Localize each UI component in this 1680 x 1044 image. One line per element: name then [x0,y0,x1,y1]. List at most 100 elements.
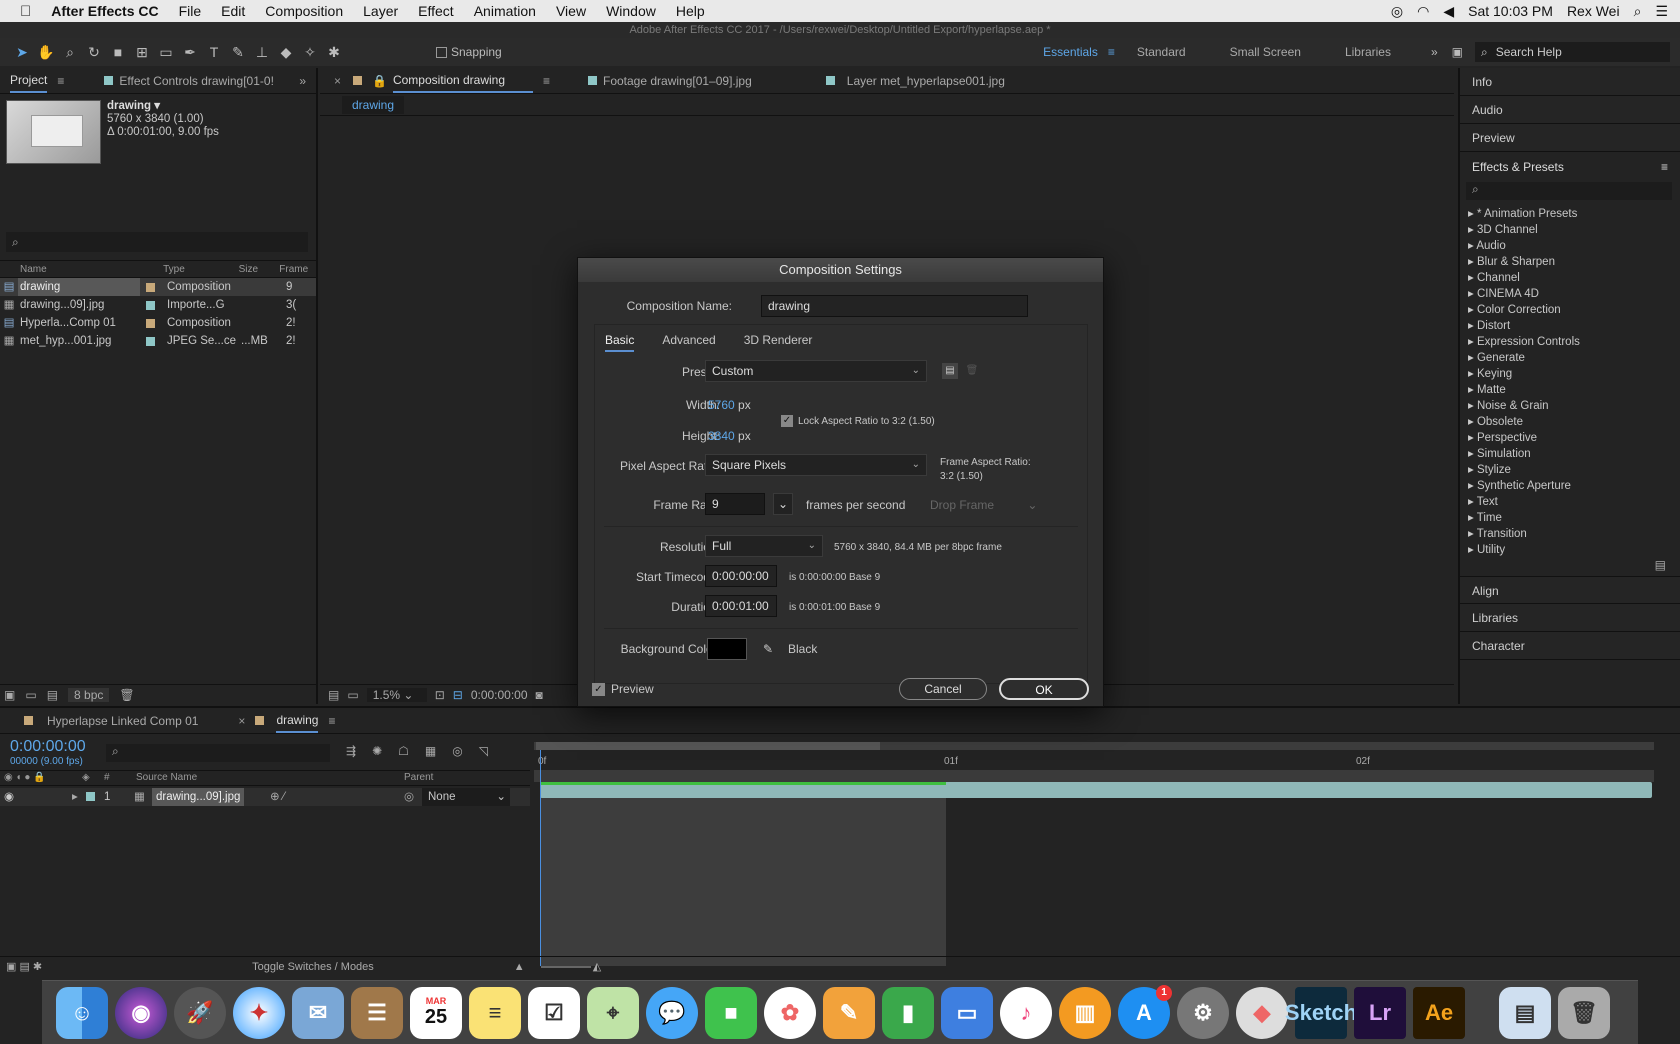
ibooks-icon[interactable]: ▥ [1059,986,1111,1039]
messages-icon[interactable]: 💬 [646,986,698,1039]
motion-blur-icon[interactable]: ◎ [452,744,462,758]
effect-category[interactable]: ▸ Obsolete [1460,414,1680,430]
draft-3d-icon[interactable]: ✺ [372,744,382,758]
bridge-icon[interactable]: Ae [1413,986,1465,1039]
effect-category[interactable]: ▸ Expression Controls [1460,334,1680,350]
itunes-icon[interactable]: ♪ [1000,986,1052,1039]
numbers-icon[interactable]: ▮ [882,986,934,1039]
workspace-standard[interactable]: Standard [1137,45,1186,59]
frame-rate-input[interactable]: 9 [705,493,765,515]
zoom-tool-icon[interactable]: ⌕ [58,41,82,63]
tab-footage[interactable]: Footage drawing[01–09].jpg [603,74,752,88]
roto-brush-tool-icon[interactable]: ✧ [298,41,322,63]
toggle-switches-modes[interactable]: Toggle Switches / Modes [252,961,374,973]
effect-category[interactable]: ▸ * Animation Presets [1460,206,1680,222]
effect-category[interactable]: ▸ Time [1460,510,1680,526]
layer-switches-icon[interactable]: ⊕ ⁄ [270,788,285,806]
effects-search-input[interactable]: ⌕ [1466,182,1672,200]
width-value[interactable]: 5760 [708,398,735,412]
pan-behind-tool-icon[interactable]: ⊞ [130,41,154,63]
frame-blend-icon[interactable]: ▦ [425,744,436,758]
list-item[interactable]: ▤ Hyperla...Comp 01 Composition 2! [0,314,316,332]
lightroom-icon[interactable]: Sketch [1285,986,1357,1039]
tab-drawing[interactable]: drawing [276,709,319,733]
effect-category[interactable]: ▸ Utility [1460,542,1680,558]
menu-window[interactable]: Window [606,3,656,19]
workspace-libraries[interactable]: Libraries [1345,45,1391,59]
panel-menu-icon[interactable]: ≡ [1661,152,1668,182]
effect-category[interactable]: ▸ Generate [1460,350,1680,366]
effect-category[interactable]: ▸ Simulation [1460,446,1680,462]
effect-category[interactable]: ▸ Synthetic Aperture [1460,478,1680,494]
effect-category[interactable]: ▸ Color Correction [1460,302,1680,318]
mail-icon[interactable]: ✉ [292,986,344,1039]
rotate-tool-icon[interactable]: ↻ [82,41,106,63]
siri-icon[interactable]: ◉ [115,986,167,1039]
zoom-out-icon[interactable]: ▲ [514,961,525,973]
eyedropper-icon[interactable]: ✎ [758,638,778,660]
hand-tool-icon[interactable]: ✋ [34,41,58,63]
tab-layer[interactable]: Layer met_hyperlapse001.jpg [847,74,1005,88]
parent-dropdown[interactable]: None ⌄ [422,788,510,806]
keynote-icon[interactable]: ▭ [941,986,993,1039]
workspace-small-screen[interactable]: Small Screen [1230,45,1301,59]
zoom-in-icon[interactable]: ◭ [593,960,601,973]
apple-icon[interactable]:  [20,3,31,20]
col-frame[interactable]: Frame [279,261,316,277]
breadcrumb[interactable]: drawing [342,95,405,114]
menu-effect[interactable]: Effect [418,3,454,19]
bit-depth-button[interactable]: 8 bpc [68,687,110,702]
frame-rate-dropdown[interactable]: ⌄ [773,493,793,515]
after-effects-icon[interactable]: Lr [1354,986,1406,1039]
effect-category[interactable]: ▸ Matte [1460,382,1680,398]
save-preset-icon[interactable]: ▤ [942,363,958,379]
fit-icon[interactable]: ⊡ [435,688,445,702]
finder-icon[interactable]: ☺ [56,986,108,1039]
lock-icon[interactable]: 🔒 [372,74,387,88]
clock[interactable]: Sat 10:03 PM [1468,3,1553,19]
effect-category[interactable]: ▸ Distort [1460,318,1680,334]
app-menu[interactable]: After Effects CC [51,3,158,19]
eraser-tool-icon[interactable]: ◆ [274,41,298,63]
col-size[interactable]: Size [235,261,280,277]
delete-icon[interactable]: 🗑 [119,688,134,702]
pixel-aspect-dropdown[interactable]: Square Pixels ⌄ [705,454,927,476]
duration-input[interactable]: 0:00:01:00 [705,595,777,617]
notes-icon[interactable]: ≡ [469,986,521,1039]
puppet-tool-icon[interactable]: ✱ [322,41,346,63]
work-area-range[interactable] [536,742,880,750]
launchpad-icon[interactable]: 🚀 [174,986,226,1039]
reminders-icon[interactable]: ☑ [528,986,580,1039]
effect-category[interactable]: ▸ Perspective [1460,430,1680,446]
panel-info[interactable]: Info [1460,68,1680,96]
effect-category[interactable]: ▸ Keying [1460,366,1680,382]
creative-cloud-icon[interactable]: ◎ [1391,3,1403,20]
ok-button[interactable]: OK [999,678,1089,700]
label-swatch[interactable] [86,792,95,801]
project-search-input[interactable]: ⌕ [6,232,308,252]
layer-name[interactable]: drawing...09].jpg [152,788,245,806]
clone-stamp-tool-icon[interactable]: ⊥ [250,41,274,63]
menu-composition[interactable]: Composition [265,3,343,19]
user-name[interactable]: Rex Wei [1567,3,1620,19]
calendar-icon[interactable]: MAR 25 [410,986,462,1039]
playhead[interactable] [540,750,541,966]
timeline-search-input[interactable]: ⌕ [106,744,330,762]
col-type[interactable]: Type [139,261,234,277]
graph-editor-icon[interactable]: ◹ [479,744,488,758]
workspace-essentials[interactable]: Essentials [1043,45,1098,59]
background-color-swatch[interactable] [707,638,747,660]
height-field[interactable]: 3840 px [708,429,751,443]
zoom-slider[interactable] [540,965,591,968]
panel-menu-icon[interactable]: ≡ [543,74,550,88]
close-icon[interactable]: × [238,714,245,728]
menu-view[interactable]: View [556,3,586,19]
panel-overflow-icon[interactable]: » [299,74,306,88]
trash-icon[interactable]: 🗑 [1558,986,1610,1039]
composition-name-input[interactable]: drawing [761,295,1028,317]
snapping-checkbox[interactable]: Snapping [436,45,502,59]
tab-composition[interactable]: Composition drawing [392,69,533,93]
col-source-name[interactable]: Source Name [136,771,197,785]
new-composition-icon[interactable]: ▤ [47,688,58,702]
type-tool-icon[interactable]: T [202,41,226,63]
